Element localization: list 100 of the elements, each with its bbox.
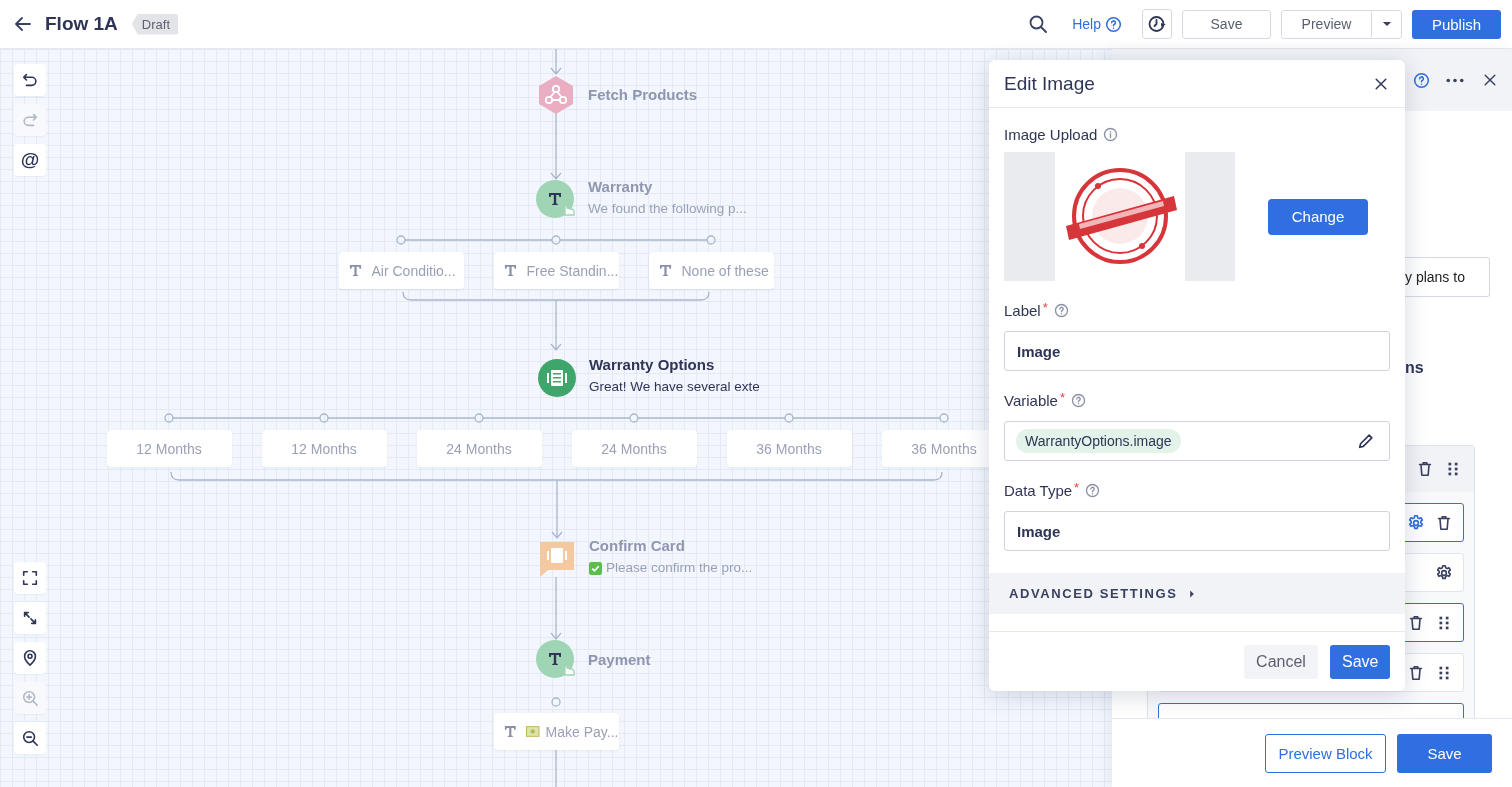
variable-tag: WarrantyOptions.image — [1016, 429, 1181, 453]
text-type-icon — [348, 264, 362, 277]
info-icon — [1103, 126, 1119, 142]
close-button[interactable] — [1482, 72, 1498, 88]
mention-button[interactable]: @ — [14, 144, 46, 176]
settings-button[interactable] — [1435, 563, 1453, 582]
save-button[interactable]: Save — [1330, 644, 1390, 679]
zoom-out-button[interactable] — [14, 722, 46, 754]
back-arrow-icon — [13, 14, 33, 34]
choice-chip[interactable]: 12 Months — [106, 430, 232, 467]
settings-button[interactable] — [1407, 513, 1425, 532]
variable-field[interactable]: WarrantyOptions.image — [1004, 421, 1390, 461]
preview-button[interactable]: Preview — [1282, 10, 1372, 38]
checkmark-icon — [589, 561, 602, 575]
help-icon — [1105, 15, 1122, 33]
more-button[interactable] — [1446, 77, 1464, 83]
expand-icon — [21, 609, 39, 627]
carousel-node-icon — [537, 358, 577, 398]
node-subtitle: We found the following p... — [588, 200, 747, 218]
port-dot — [551, 697, 561, 707]
fullscreen-button[interactable] — [14, 602, 46, 634]
choice-chip[interactable]: None of these — [648, 252, 774, 289]
choice-chip[interactable]: Air Conditio... — [338, 252, 464, 289]
connector-arrow — [550, 299, 562, 351]
confirm-card-node-icon — [537, 539, 577, 579]
settings-icon — [1435, 563, 1453, 582]
required-mark: * — [1059, 390, 1065, 405]
field-label: Image Upload — [1004, 125, 1098, 143]
delete-button[interactable] — [1435, 513, 1453, 532]
undo-button[interactable] — [14, 64, 46, 96]
publish-button[interactable]: Publish — [1412, 9, 1501, 39]
cash-icon — [526, 726, 540, 737]
dialog-title: Edit Image — [1004, 72, 1095, 95]
choice-chip[interactable]: Free Standin... — [493, 252, 619, 289]
field-label: Variable — [1004, 391, 1058, 409]
choice-chip[interactable]: 12 Months — [261, 430, 387, 467]
node-title: Confirm Card — [589, 536, 686, 556]
undo-icon — [21, 71, 39, 89]
field-label: Data Type — [1004, 481, 1073, 499]
zoom-out-icon — [21, 729, 39, 747]
choice-chip[interactable]: 24 Months — [571, 430, 697, 467]
locate-button[interactable] — [14, 642, 46, 674]
advanced-settings-toggle[interactable]: ADVANCED SETTINGS — [989, 573, 1405, 614]
required-mark: * — [1074, 480, 1080, 495]
cancel-button[interactable]: Cancel — [1244, 644, 1318, 679]
input-field[interactable]: Image — [1004, 511, 1390, 551]
help-icon — [1071, 392, 1086, 408]
fit-screen-icon — [21, 569, 39, 587]
history-button[interactable] — [1142, 9, 1172, 39]
help-icon[interactable] — [1413, 71, 1430, 89]
delete-button[interactable] — [1407, 613, 1425, 632]
help-icon — [1053, 302, 1069, 318]
choice-chip[interactable]: Make Pay... — [493, 713, 619, 750]
connector-arrow — [551, 479, 563, 539]
history-icon — [1147, 14, 1167, 34]
save-button[interactable]: Save — [1397, 733, 1492, 773]
zoom-in-icon — [21, 689, 39, 707]
close-icon — [1482, 72, 1498, 88]
delete-button[interactable] — [1416, 460, 1434, 478]
node-title: Payment — [588, 650, 651, 670]
input-field[interactable]: Image — [1004, 331, 1390, 371]
node-title: Fetch Products — [588, 85, 698, 105]
trash-icon — [1407, 663, 1425, 682]
required-mark: * — [1042, 300, 1048, 315]
edit-button[interactable] — [1357, 432, 1375, 450]
connector-arrow — [550, 49, 562, 75]
redo-icon — [21, 111, 39, 129]
preview-block-button[interactable]: Preview Block — [1265, 733, 1386, 773]
trash-icon — [1435, 513, 1453, 532]
section-heading: ns — [1405, 359, 1425, 377]
help-link[interactable]: Help — [1072, 15, 1122, 33]
help-icon — [1085, 482, 1101, 498]
choice-chip[interactable]: 36 Months — [726, 430, 852, 467]
trash-icon — [1416, 460, 1434, 478]
node-title: Warranty — [588, 177, 654, 197]
location-pin-icon — [21, 649, 39, 667]
delete-button[interactable] — [1407, 663, 1425, 682]
back-button[interactable] — [13, 14, 33, 34]
text-type-icon — [503, 725, 517, 738]
change-button[interactable]: Change — [1268, 198, 1368, 235]
text-type-icon — [658, 264, 672, 277]
search-icon — [1028, 14, 1049, 34]
connector-arrow — [550, 112, 562, 180]
webhook-node-icon — [536, 75, 576, 115]
connector-arrow — [550, 576, 562, 640]
search-button[interactable] — [1028, 14, 1049, 34]
status-badge: Draft — [131, 13, 178, 35]
fit-view-button[interactable] — [14, 562, 46, 594]
save-button[interactable]: Save — [1182, 9, 1271, 39]
field-label: Label — [1004, 301, 1041, 319]
pencil-icon — [1357, 432, 1375, 450]
choice-chip[interactable]: 24 Months — [416, 430, 542, 467]
text-type-icon — [503, 264, 517, 277]
node-subtitle: Great! We have several exte — [589, 378, 760, 396]
node-subtitle: Please confirm the pro... — [606, 559, 753, 577]
text-node-icon — [536, 180, 576, 220]
node-title: Warranty Options — [589, 355, 716, 375]
flow-title: Flow 1A — [45, 13, 118, 35]
trash-icon — [1407, 613, 1425, 632]
settings-icon — [1407, 513, 1425, 532]
